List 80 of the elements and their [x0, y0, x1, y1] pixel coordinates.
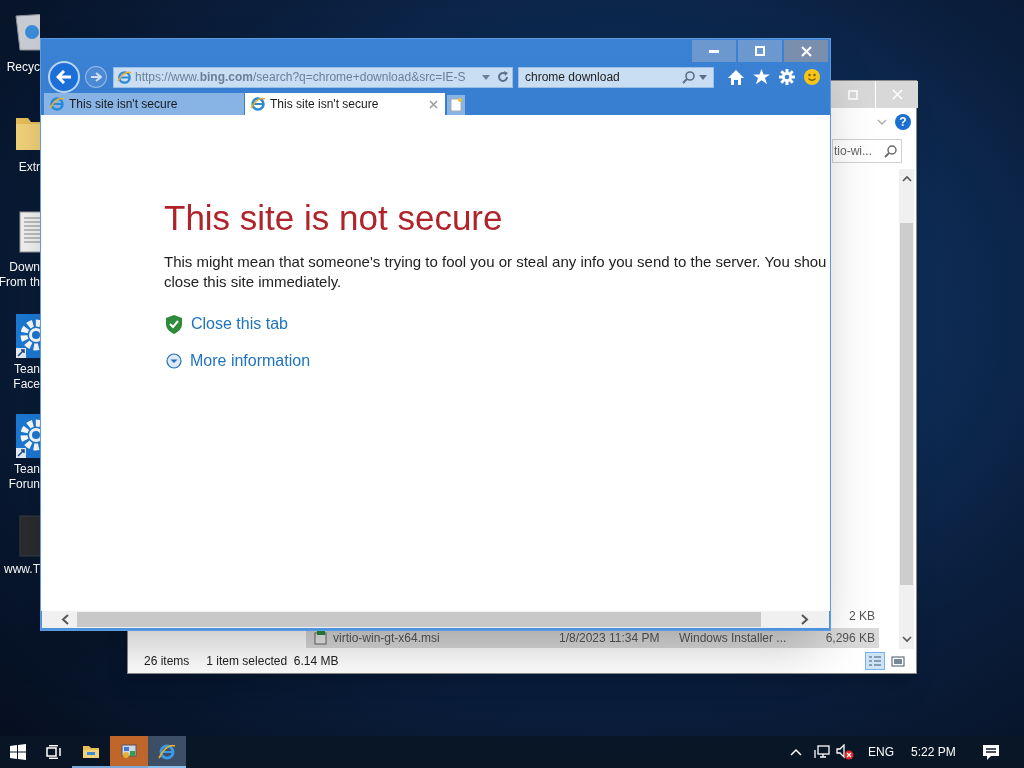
icon-label[interactable]: Down	[9, 260, 40, 275]
chevron-down-icon[interactable]	[877, 119, 887, 125]
minimize-icon	[709, 49, 719, 53]
language-indicator[interactable]: ENG	[868, 743, 894, 761]
file-row[interactable]: 2 KB	[832, 606, 879, 626]
scroll-up-icon[interactable]	[901, 175, 912, 183]
browser-tab[interactable]: This site isn't secure	[44, 93, 244, 115]
warning-paragraph: This might mean that someone's trying to fool you or steal any info you send to the server. You shou close this site immediately.	[164, 252, 828, 292]
close-button[interactable]	[784, 40, 828, 62]
link[interactable]: More information	[190, 349, 311, 373]
scrollbar-thumb[interactable]	[900, 223, 913, 585]
icon-label[interactable]: Extr	[18, 160, 40, 175]
settings-icon[interactable]	[779, 69, 795, 85]
tab-title: This site isn't secure	[270, 96, 380, 113]
icon-label[interactable]: Tean	[13, 362, 40, 377]
scroll-right-icon[interactable]	[801, 614, 809, 625]
search-icon	[884, 144, 897, 158]
scrollbar-thumb[interactable]	[77, 612, 761, 627]
search-field[interactable]: tio-wi...	[832, 139, 902, 163]
address-text: https://www.bing.com/search?q=chrome+download&src=IE-S	[135, 69, 467, 86]
icon-label[interactable]: www.T	[4, 562, 40, 577]
file-size: 2 KB	[849, 608, 875, 625]
maximize-icon	[755, 46, 765, 56]
windows-logo-icon	[10, 744, 26, 760]
search-text: tio-wi...	[834, 143, 873, 160]
file-size: 6,296 KB	[825, 630, 875, 647]
search-icon[interactable]	[682, 70, 695, 84]
ie-logo-icon	[250, 96, 266, 112]
ie-logo-icon	[49, 96, 65, 112]
details-view-button[interactable]	[865, 652, 885, 670]
folder-icon	[82, 743, 100, 761]
search-text: chrome download	[525, 69, 621, 86]
icon-label[interactable]: Face	[13, 377, 40, 392]
installer-icon	[314, 631, 327, 645]
link[interactable]: Close this tab	[191, 312, 288, 336]
file-date: 1/8/2023 11:34 PM	[559, 630, 661, 647]
network-icon[interactable]	[814, 745, 830, 759]
smiley-icon[interactable]	[804, 69, 820, 85]
maximize-button[interactable]	[738, 40, 782, 62]
file-name: virtio-win-gt-x64.msi	[333, 630, 441, 647]
close-icon	[891, 89, 903, 100]
icon-label[interactable]: Recyc	[6, 60, 40, 75]
ie-logo-icon	[117, 69, 132, 85]
minimize-button[interactable]	[692, 40, 736, 62]
help-button[interactable]: ?	[895, 114, 911, 130]
control-panel-icon	[120, 743, 138, 761]
page-heading: This site is not secure	[164, 200, 504, 235]
forward-arrow-icon	[90, 72, 102, 82]
search-field[interactable]: chrome download	[518, 66, 714, 88]
ie-logo-icon	[158, 743, 176, 761]
file-type: Windows Installer ...	[679, 630, 788, 647]
large-icons-icon	[891, 655, 905, 667]
icon-label[interactable]: From th	[0, 275, 40, 290]
close-icon	[800, 45, 812, 57]
tab-title: This site isn't secure	[69, 96, 179, 113]
task-view-icon	[46, 745, 62, 759]
shield-check-icon	[165, 314, 183, 334]
clock[interactable]: 5:22 PM	[911, 743, 963, 761]
volume-muted-icon[interactable]	[836, 744, 854, 760]
item-count: 26 items	[144, 653, 190, 670]
scroll-down-icon[interactable]	[901, 635, 912, 643]
close-tab-icon[interactable]	[429, 99, 438, 109]
star-icon[interactable]	[753, 69, 770, 85]
maximize-icon	[848, 89, 858, 100]
chevron-up-icon[interactable]	[790, 748, 802, 756]
forward-button[interactable]	[85, 66, 107, 88]
new-tab-icon	[450, 98, 462, 112]
expand-circle-icon	[166, 353, 182, 369]
browser-tab[interactable]: This site isn't secure	[245, 93, 445, 115]
back-arrow-icon	[56, 70, 72, 84]
new-tab-button[interactable]	[447, 95, 465, 115]
scroll-left-icon[interactable]	[61, 614, 69, 625]
icon-label[interactable]: Forun	[8, 477, 40, 492]
refresh-icon[interactable]	[497, 71, 509, 83]
back-button[interactable]	[48, 61, 80, 93]
notifications-icon[interactable]	[983, 744, 999, 760]
icon-label[interactable]: Tean	[13, 462, 40, 477]
home-icon[interactable]	[728, 69, 744, 85]
details-view-icon	[868, 655, 882, 667]
selection-info: 1 item selected 6.14 MB	[206, 653, 339, 670]
